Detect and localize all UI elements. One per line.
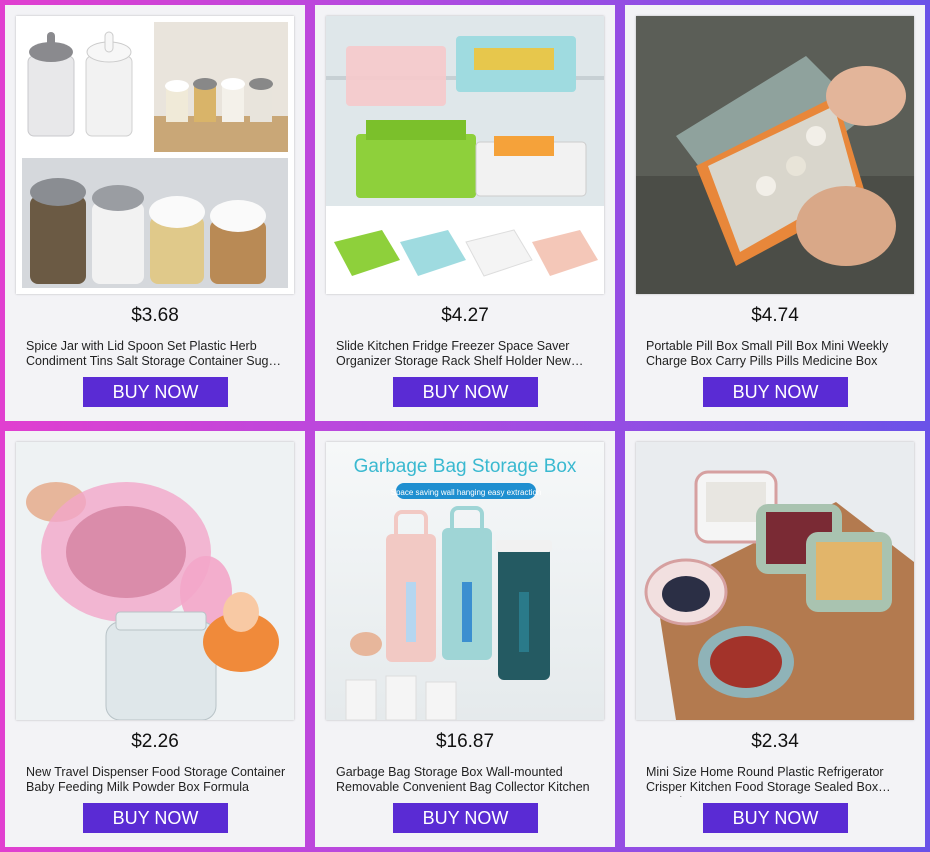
image-subheading: Space saving wall hanging easy extractio…: [391, 488, 542, 497]
product-price: $4.74: [751, 305, 799, 326]
product-card[interactable]: Garbage Bag Storage Box Space saving wal…: [315, 431, 615, 847]
product-card[interactable]: $2.34 Mini Size Home Round Plastic Refri…: [625, 431, 925, 847]
product-title[interactable]: Portable Pill Box Small Pill Box Mini We…: [646, 339, 906, 371]
product-grid: $3.68 Spice Jar with Lid Spoon Set Plast…: [0, 0, 930, 852]
buy-now-button[interactable]: BUY NOW: [393, 803, 538, 833]
product-card[interactable]: $2.26 New Travel Dispenser Food Storage …: [5, 431, 305, 847]
product-title[interactable]: Slide Kitchen Fridge Freezer Space Saver…: [336, 339, 596, 371]
product-card[interactable]: $4.74 Portable Pill Box Small Pill Box M…: [625, 5, 925, 421]
product-image-spice-jars[interactable]: [16, 16, 294, 294]
product-price: $2.34: [751, 731, 799, 752]
product-image-garbage-bag-box[interactable]: Garbage Bag Storage Box Space saving wal…: [326, 442, 604, 720]
product-title[interactable]: Garbage Bag Storage Box Wall-mounted Rem…: [336, 765, 596, 797]
product-price: $2.26: [131, 731, 179, 752]
product-card[interactable]: $3.68 Spice Jar with Lid Spoon Set Plast…: [5, 5, 305, 421]
buy-now-button[interactable]: BUY NOW: [83, 803, 228, 833]
product-image-crisper-box[interactable]: [636, 442, 914, 720]
buy-now-button[interactable]: BUY NOW: [703, 803, 848, 833]
product-title[interactable]: Spice Jar with Lid Spoon Set Plastic Her…: [26, 339, 286, 371]
product-price: $3.68: [131, 305, 179, 326]
image-heading: Garbage Bag Storage Box: [354, 456, 577, 477]
product-card[interactable]: $4.27 Slide Kitchen Fridge Freezer Space…: [315, 5, 615, 421]
product-title[interactable]: New Travel Dispenser Food Storage Contai…: [26, 765, 286, 797]
product-image-fridge-drawer[interactable]: [326, 16, 604, 294]
product-price: $4.27: [441, 305, 489, 326]
buy-now-button[interactable]: BUY NOW: [393, 377, 538, 407]
product-image-pill-box[interactable]: [636, 16, 914, 294]
product-price: $16.87: [435, 731, 495, 752]
buy-now-button[interactable]: BUY NOW: [703, 377, 848, 407]
product-title[interactable]: Mini Size Home Round Plastic Refrigerato…: [646, 765, 906, 797]
product-image-milk-powder-box[interactable]: [16, 442, 294, 720]
buy-now-button[interactable]: BUY NOW: [83, 377, 228, 407]
